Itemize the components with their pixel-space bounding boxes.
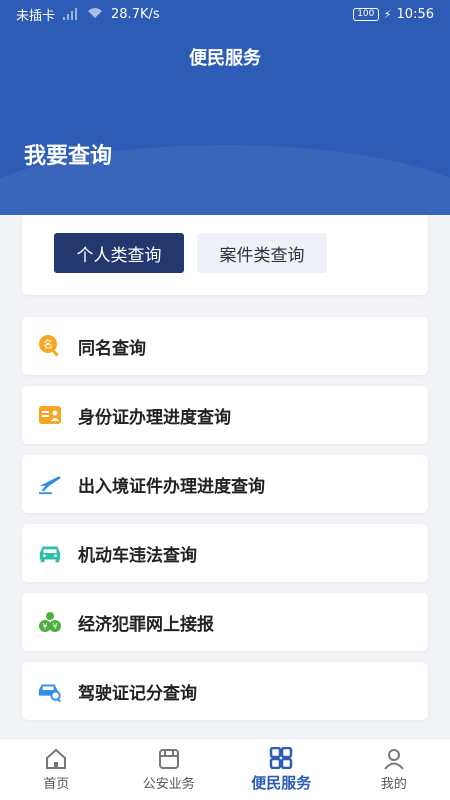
list-item-label: 驾驶证记分查询 bbox=[78, 683, 197, 704]
shop-icon bbox=[158, 748, 179, 769]
list-item-label: 身份证办理进度查询 bbox=[78, 407, 231, 428]
id-card-icon bbox=[38, 403, 62, 427]
list-item-label: 机动车违法查询 bbox=[78, 545, 197, 566]
car-search-icon bbox=[38, 679, 62, 703]
list-item-exit-entry-progress[interactable]: 出入境证件办理进度查询 bbox=[22, 455, 428, 513]
grid-icon bbox=[270, 746, 293, 769]
svg-text:¥: ¥ bbox=[52, 622, 57, 631]
list-item-name-query[interactable]: 名 同名查询 bbox=[22, 317, 428, 375]
list-item-economic-crime-report[interactable]: ¥ ¥ 经济犯罪网上接报 bbox=[22, 593, 428, 651]
tab-personal-query[interactable]: 个人类查询 bbox=[54, 233, 184, 273]
tabbar-label-mine: 我的 bbox=[380, 776, 407, 792]
svg-text:¥: ¥ bbox=[42, 622, 47, 631]
section-title: 我要查询 bbox=[24, 144, 113, 169]
tabbar-label-convenience: 便民服务 bbox=[251, 773, 312, 792]
bottom-tab-bar: 首页 公安业务 便民服务 我的 bbox=[0, 738, 450, 800]
signal-icon bbox=[63, 8, 79, 20]
wifi-icon bbox=[87, 7, 103, 22]
page-title: 便民服务 bbox=[189, 48, 261, 69]
list-item-label: 同名查询 bbox=[78, 338, 146, 359]
battery-level: 100 bbox=[357, 8, 375, 19]
svg-text:名: 名 bbox=[43, 338, 53, 351]
tabbar-item-convenience[interactable]: 便民服务 bbox=[225, 739, 338, 800]
network-speed: 28.7K/s bbox=[111, 6, 160, 22]
list-item-label: 出入境证件办理进度查询 bbox=[78, 476, 265, 497]
tabbar-item-mine[interactable]: 我的 bbox=[338, 739, 450, 800]
status-bar: 未插卡 28.7K/s 100 ⚡ 10:56 bbox=[0, 0, 450, 28]
header-banner: 未插卡 28.7K/s 100 ⚡ 10:56 便民服务 我要查询 bbox=[0, 0, 450, 215]
clock: 10:56 bbox=[396, 6, 434, 22]
query-type-tabs: 个人类查询 案件类查询 bbox=[22, 215, 428, 295]
money-bag-icon: ¥ ¥ bbox=[38, 610, 62, 634]
car-icon bbox=[38, 541, 62, 565]
list-item-id-card-progress[interactable]: 身份证办理进度查询 bbox=[22, 386, 428, 444]
tabbar-label-home: 首页 bbox=[43, 776, 70, 792]
carrier-text: 未插卡 bbox=[16, 8, 56, 24]
name-search-icon: 名 bbox=[38, 334, 62, 358]
battery-icon: 100 bbox=[352, 7, 379, 21]
tabbar-item-police-business[interactable]: 公安业务 bbox=[113, 739, 226, 800]
list-item-label: 经济犯罪网上接报 bbox=[78, 614, 214, 635]
tabbar-item-home[interactable]: 首页 bbox=[0, 739, 113, 800]
charging-icon: ⚡ bbox=[383, 7, 392, 21]
list-item-vehicle-violation[interactable]: 机动车违法查询 bbox=[22, 524, 428, 582]
home-icon bbox=[46, 748, 67, 769]
tab-case-query[interactable]: 案件类查询 bbox=[197, 233, 327, 273]
list-item-license-points[interactable]: 驾驶证记分查询 bbox=[22, 662, 428, 720]
user-icon bbox=[383, 748, 404, 770]
tabbar-label-police-business: 公安业务 bbox=[142, 776, 195, 792]
airplane-icon bbox=[38, 472, 62, 496]
